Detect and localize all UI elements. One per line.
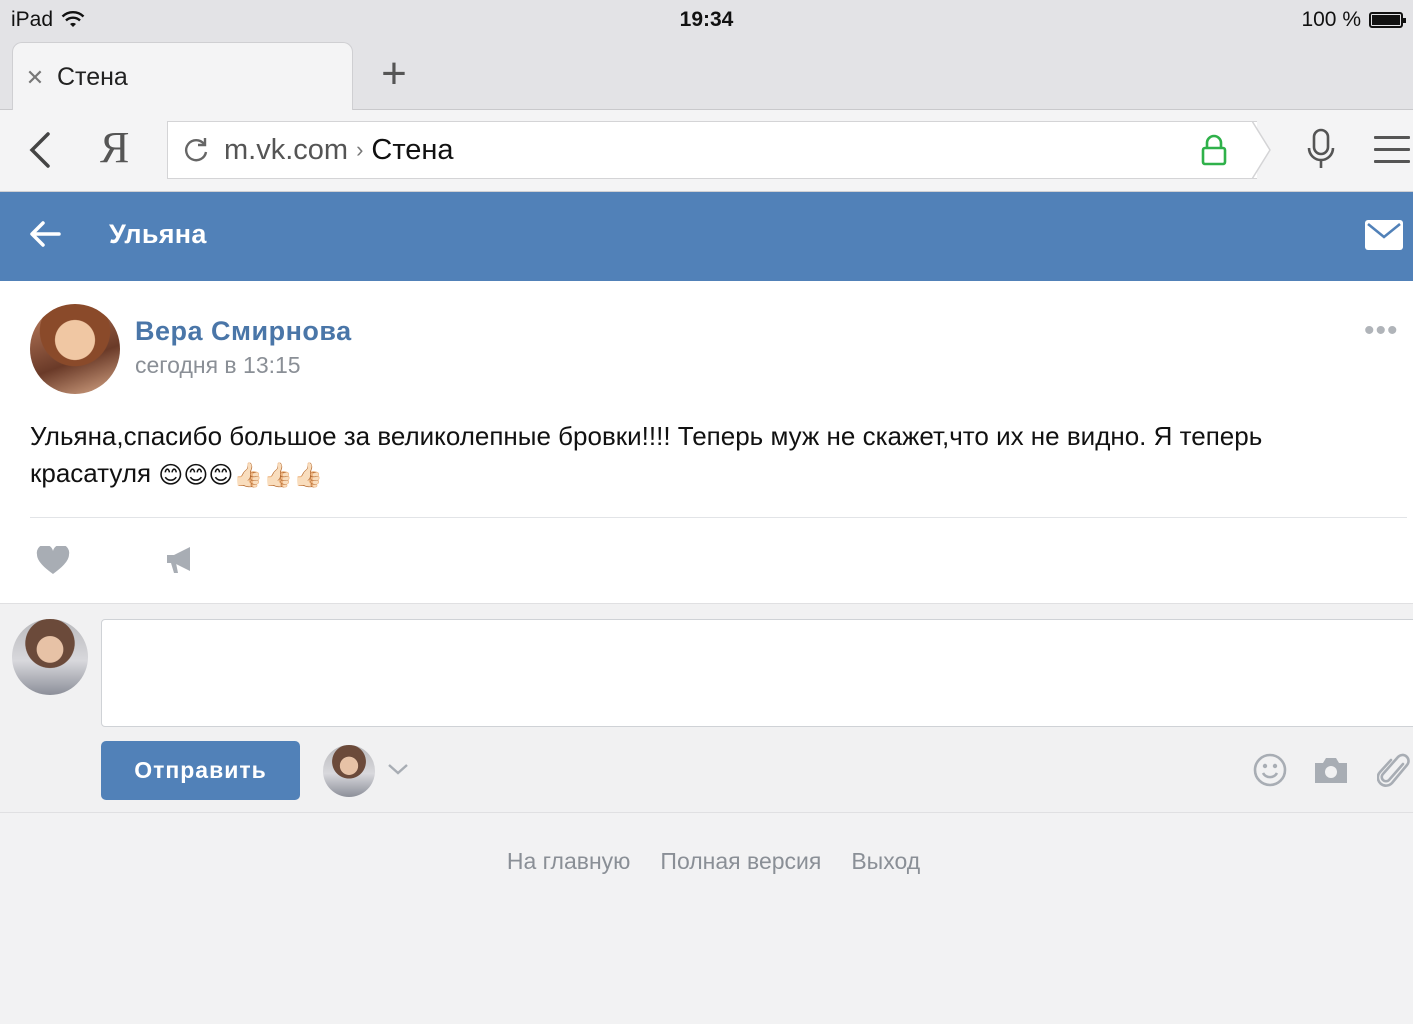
url-domain: m.vk.com bbox=[224, 133, 349, 166]
yandex-logo-button[interactable]: Я bbox=[100, 122, 129, 173]
mail-icon[interactable] bbox=[1365, 220, 1403, 250]
page-title: Ульяна bbox=[109, 219, 207, 249]
battery-icon bbox=[1369, 12, 1406, 28]
post-as-avatar[interactable] bbox=[323, 745, 375, 797]
thumbs-up-emoji: 👍🏻 bbox=[263, 461, 294, 489]
tab-strip: ✕ Стена + bbox=[0, 40, 1413, 112]
back-arrow-icon[interactable] bbox=[27, 216, 63, 252]
browser-toolbar: Я m.vk.com › Стена bbox=[0, 110, 1413, 192]
more-options-icon[interactable]: ••• bbox=[1364, 316, 1399, 346]
smile-emoji: 😊 bbox=[158, 461, 184, 489]
wall-post: Вера Смирнова сегодня в 13:15 ••• Ульяна… bbox=[0, 281, 1413, 603]
close-tab-icon[interactable]: ✕ bbox=[13, 65, 57, 91]
comment-input[interactable] bbox=[101, 619, 1413, 727]
footer-links: На главную Полная версия Выход bbox=[0, 848, 1413, 875]
thumbs-up-emoji: 👍🏻 bbox=[293, 461, 324, 489]
attach-paperclip-icon[interactable] bbox=[1377, 752, 1411, 790]
footer-logout-link[interactable]: Выход bbox=[851, 848, 920, 875]
status-time: 19:34 bbox=[679, 8, 734, 31]
footer-home-link[interactable]: На главную bbox=[507, 848, 631, 875]
chevron-down-icon[interactable] bbox=[386, 761, 410, 777]
url-page-title: Стена bbox=[371, 133, 454, 166]
post-author[interactable]: Вера Смирнова bbox=[135, 316, 352, 347]
back-chevron-icon[interactable] bbox=[22, 128, 62, 172]
address-bar[interactable]: m.vk.com › Стена bbox=[167, 121, 1257, 179]
microphone-icon[interactable] bbox=[1305, 128, 1337, 172]
camera-icon[interactable] bbox=[1313, 755, 1349, 785]
browser-tab[interactable]: ✕ Стена bbox=[12, 42, 353, 112]
post-text: Ульяна,спасибо большое за великолепные б… bbox=[30, 418, 1390, 494]
menu-icon[interactable] bbox=[1374, 136, 1410, 172]
vk-header: Ульяна bbox=[0, 192, 1413, 281]
post-date[interactable]: сегодня в 13:15 bbox=[135, 352, 301, 379]
address-bar-arrow bbox=[1252, 121, 1271, 179]
share-megaphone-icon[interactable] bbox=[165, 544, 197, 576]
smile-emoji: 😊 bbox=[183, 461, 209, 489]
like-heart-icon[interactable] bbox=[36, 546, 70, 576]
post-divider bbox=[30, 517, 1407, 518]
thumbs-up-emoji: 👍🏻 bbox=[233, 461, 264, 489]
reload-icon[interactable] bbox=[168, 135, 224, 165]
url-separator: › bbox=[356, 137, 364, 162]
smile-emoji: 😊 bbox=[208, 461, 234, 489]
battery-percent: 100 % bbox=[1301, 8, 1361, 31]
current-user-avatar bbox=[12, 619, 88, 695]
emoji-smile-icon[interactable] bbox=[1253, 753, 1287, 787]
author-avatar[interactable] bbox=[30, 304, 120, 394]
tab-title: Стена bbox=[57, 63, 128, 91]
send-button[interactable]: Отправить bbox=[101, 741, 300, 800]
status-bar: iPad 19:34 100 % bbox=[0, 0, 1413, 40]
comment-composer: Отправить bbox=[0, 603, 1413, 813]
new-tab-button[interactable]: + bbox=[372, 52, 416, 96]
lock-icon bbox=[1201, 134, 1227, 166]
status-right: 100 % bbox=[1301, 8, 1406, 32]
footer-full-version-link[interactable]: Полная версия bbox=[660, 848, 821, 875]
